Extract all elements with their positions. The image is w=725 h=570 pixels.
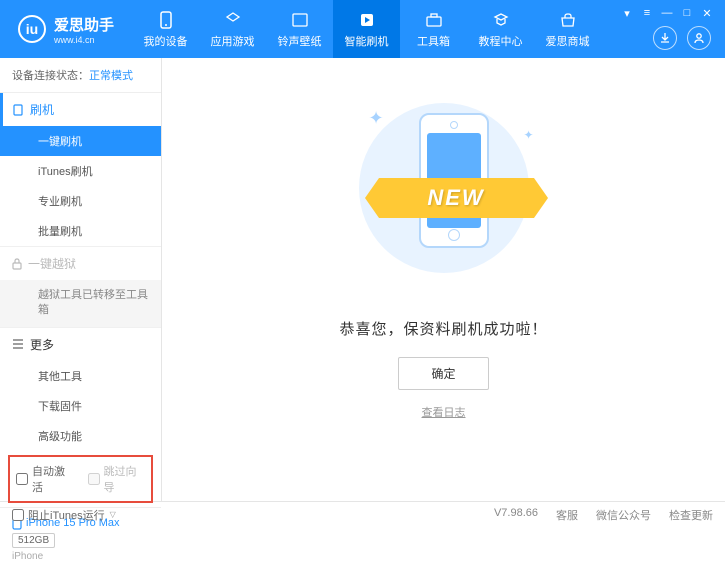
top-nav: 我的设备 应用游戏 铃声壁纸 智能刷机 工具箱 教程中心 爱思商城 — [132, 0, 601, 58]
nav-label: 教程中心 — [479, 33, 523, 49]
nav-label: 智能刷机 — [345, 33, 389, 49]
view-log-link[interactable]: 查看日志 — [422, 404, 466, 420]
checkbox-auto-activate[interactable]: 自动激活 — [16, 463, 74, 495]
user-button[interactable] — [687, 26, 711, 50]
sidebar-item-advanced[interactable]: 高级功能 — [0, 421, 161, 451]
sidebar: 设备连接状态：正常模式 刷机 一键刷机 iTunes刷机 专业刷机 批量刷机 一… — [0, 58, 162, 501]
nav-apps[interactable]: 应用游戏 — [199, 0, 266, 58]
nav-ringtone[interactable]: 铃声壁纸 — [266, 0, 333, 58]
sidebar-item-download-firmware[interactable]: 下载固件 — [0, 391, 161, 421]
options-highlighted-box: 自动激活 跳过向导 — [8, 455, 153, 503]
shop-icon — [558, 10, 578, 30]
settings-icon[interactable]: ≡ — [639, 6, 655, 20]
nav-toolbox[interactable]: 工具箱 — [400, 0, 467, 58]
app-icon — [223, 10, 243, 30]
menu-icon[interactable]: ▾ — [619, 6, 635, 20]
maximize-button[interactable]: □ — [679, 6, 695, 20]
sidebar-item-batch-flash[interactable]: 批量刷机 — [0, 216, 161, 246]
sidebar-item-onekey-flash[interactable]: 一键刷机 — [0, 126, 161, 156]
nav-label: 工具箱 — [417, 33, 450, 49]
new-ribbon: NEW — [379, 178, 534, 218]
footer-link-wechat[interactable]: 微信公众号 — [596, 507, 651, 523]
device-type: iPhone — [12, 551, 149, 562]
nav-my-device[interactable]: 我的设备 — [132, 0, 199, 58]
nav-tutorial[interactable]: 教程中心 — [467, 0, 534, 58]
success-illustration: ✦ ✦ NEW — [344, 88, 544, 288]
flash-icon — [357, 10, 377, 30]
checkbox-block-itunes[interactable]: 阻止iTunes运行 — [12, 507, 105, 523]
logo-area: iu 爱思助手 www.i4.cn — [0, 14, 132, 45]
dropdown-icon[interactable]: ▽ — [110, 510, 116, 519]
connection-status: 设备连接状态：正常模式 — [0, 58, 161, 93]
sidebar-group-jailbreak: 一键越狱 — [0, 247, 161, 280]
sidebar-group-flash[interactable]: 刷机 — [0, 93, 161, 126]
logo-icon: iu — [18, 15, 46, 43]
main-content: ✦ ✦ NEW 恭喜您，保资料刷机成功啦！ 确定 查看日志 — [162, 58, 725, 501]
footer-link-update[interactable]: 检查更新 — [669, 507, 713, 523]
ok-button[interactable]: 确定 — [398, 357, 488, 390]
app-header: iu 爱思助手 www.i4.cn 我的设备 应用游戏 铃声壁纸 智能刷机 工具… — [0, 0, 725, 58]
nav-shop[interactable]: 爱思商城 — [534, 0, 601, 58]
sparkle-icon: ✦ — [369, 108, 384, 129]
tutorial-icon — [491, 10, 511, 30]
status-mode: 正常模式 — [89, 70, 133, 82]
nav-label: 铃声壁纸 — [278, 33, 322, 49]
brand-name: 爱思助手 — [54, 14, 114, 35]
nav-label: 爱思商城 — [546, 33, 590, 49]
sparkle-icon: ✦ — [523, 128, 533, 142]
sidebar-item-pro-flash[interactable]: 专业刷机 — [0, 186, 161, 216]
brand-url: www.i4.cn — [54, 35, 114, 45]
sidebar-item-itunes-flash[interactable]: iTunes刷机 — [0, 156, 161, 186]
footer-link-support[interactable]: 客服 — [556, 507, 578, 523]
download-button[interactable] — [653, 26, 677, 50]
phone-icon — [156, 10, 176, 30]
wallpaper-icon — [290, 10, 310, 30]
sidebar-item-other-tools[interactable]: 其他工具 — [0, 361, 161, 391]
more-icon — [12, 339, 24, 349]
lock-icon — [12, 258, 22, 270]
toolbox-icon — [424, 10, 444, 30]
minimize-button[interactable]: — — [659, 6, 675, 20]
version-label: V7.98.66 — [494, 507, 538, 523]
nav-label: 我的设备 — [144, 33, 188, 49]
success-message: 恭喜您，保资料刷机成功啦！ — [339, 318, 547, 339]
sidebar-group-more[interactable]: 更多 — [0, 328, 161, 361]
flash-small-icon — [12, 104, 24, 116]
nav-label: 应用游戏 — [211, 33, 255, 49]
device-storage: 512GB — [12, 533, 55, 548]
checkbox-skip-setup[interactable]: 跳过向导 — [88, 463, 146, 495]
nav-flash[interactable]: 智能刷机 — [333, 0, 400, 58]
sidebar-jailbreak-note: 越狱工具已转移至工具箱 — [0, 280, 161, 327]
close-button[interactable]: ✕ — [699, 6, 715, 20]
window-controls: ▾ ≡ — □ ✕ — [619, 6, 715, 20]
